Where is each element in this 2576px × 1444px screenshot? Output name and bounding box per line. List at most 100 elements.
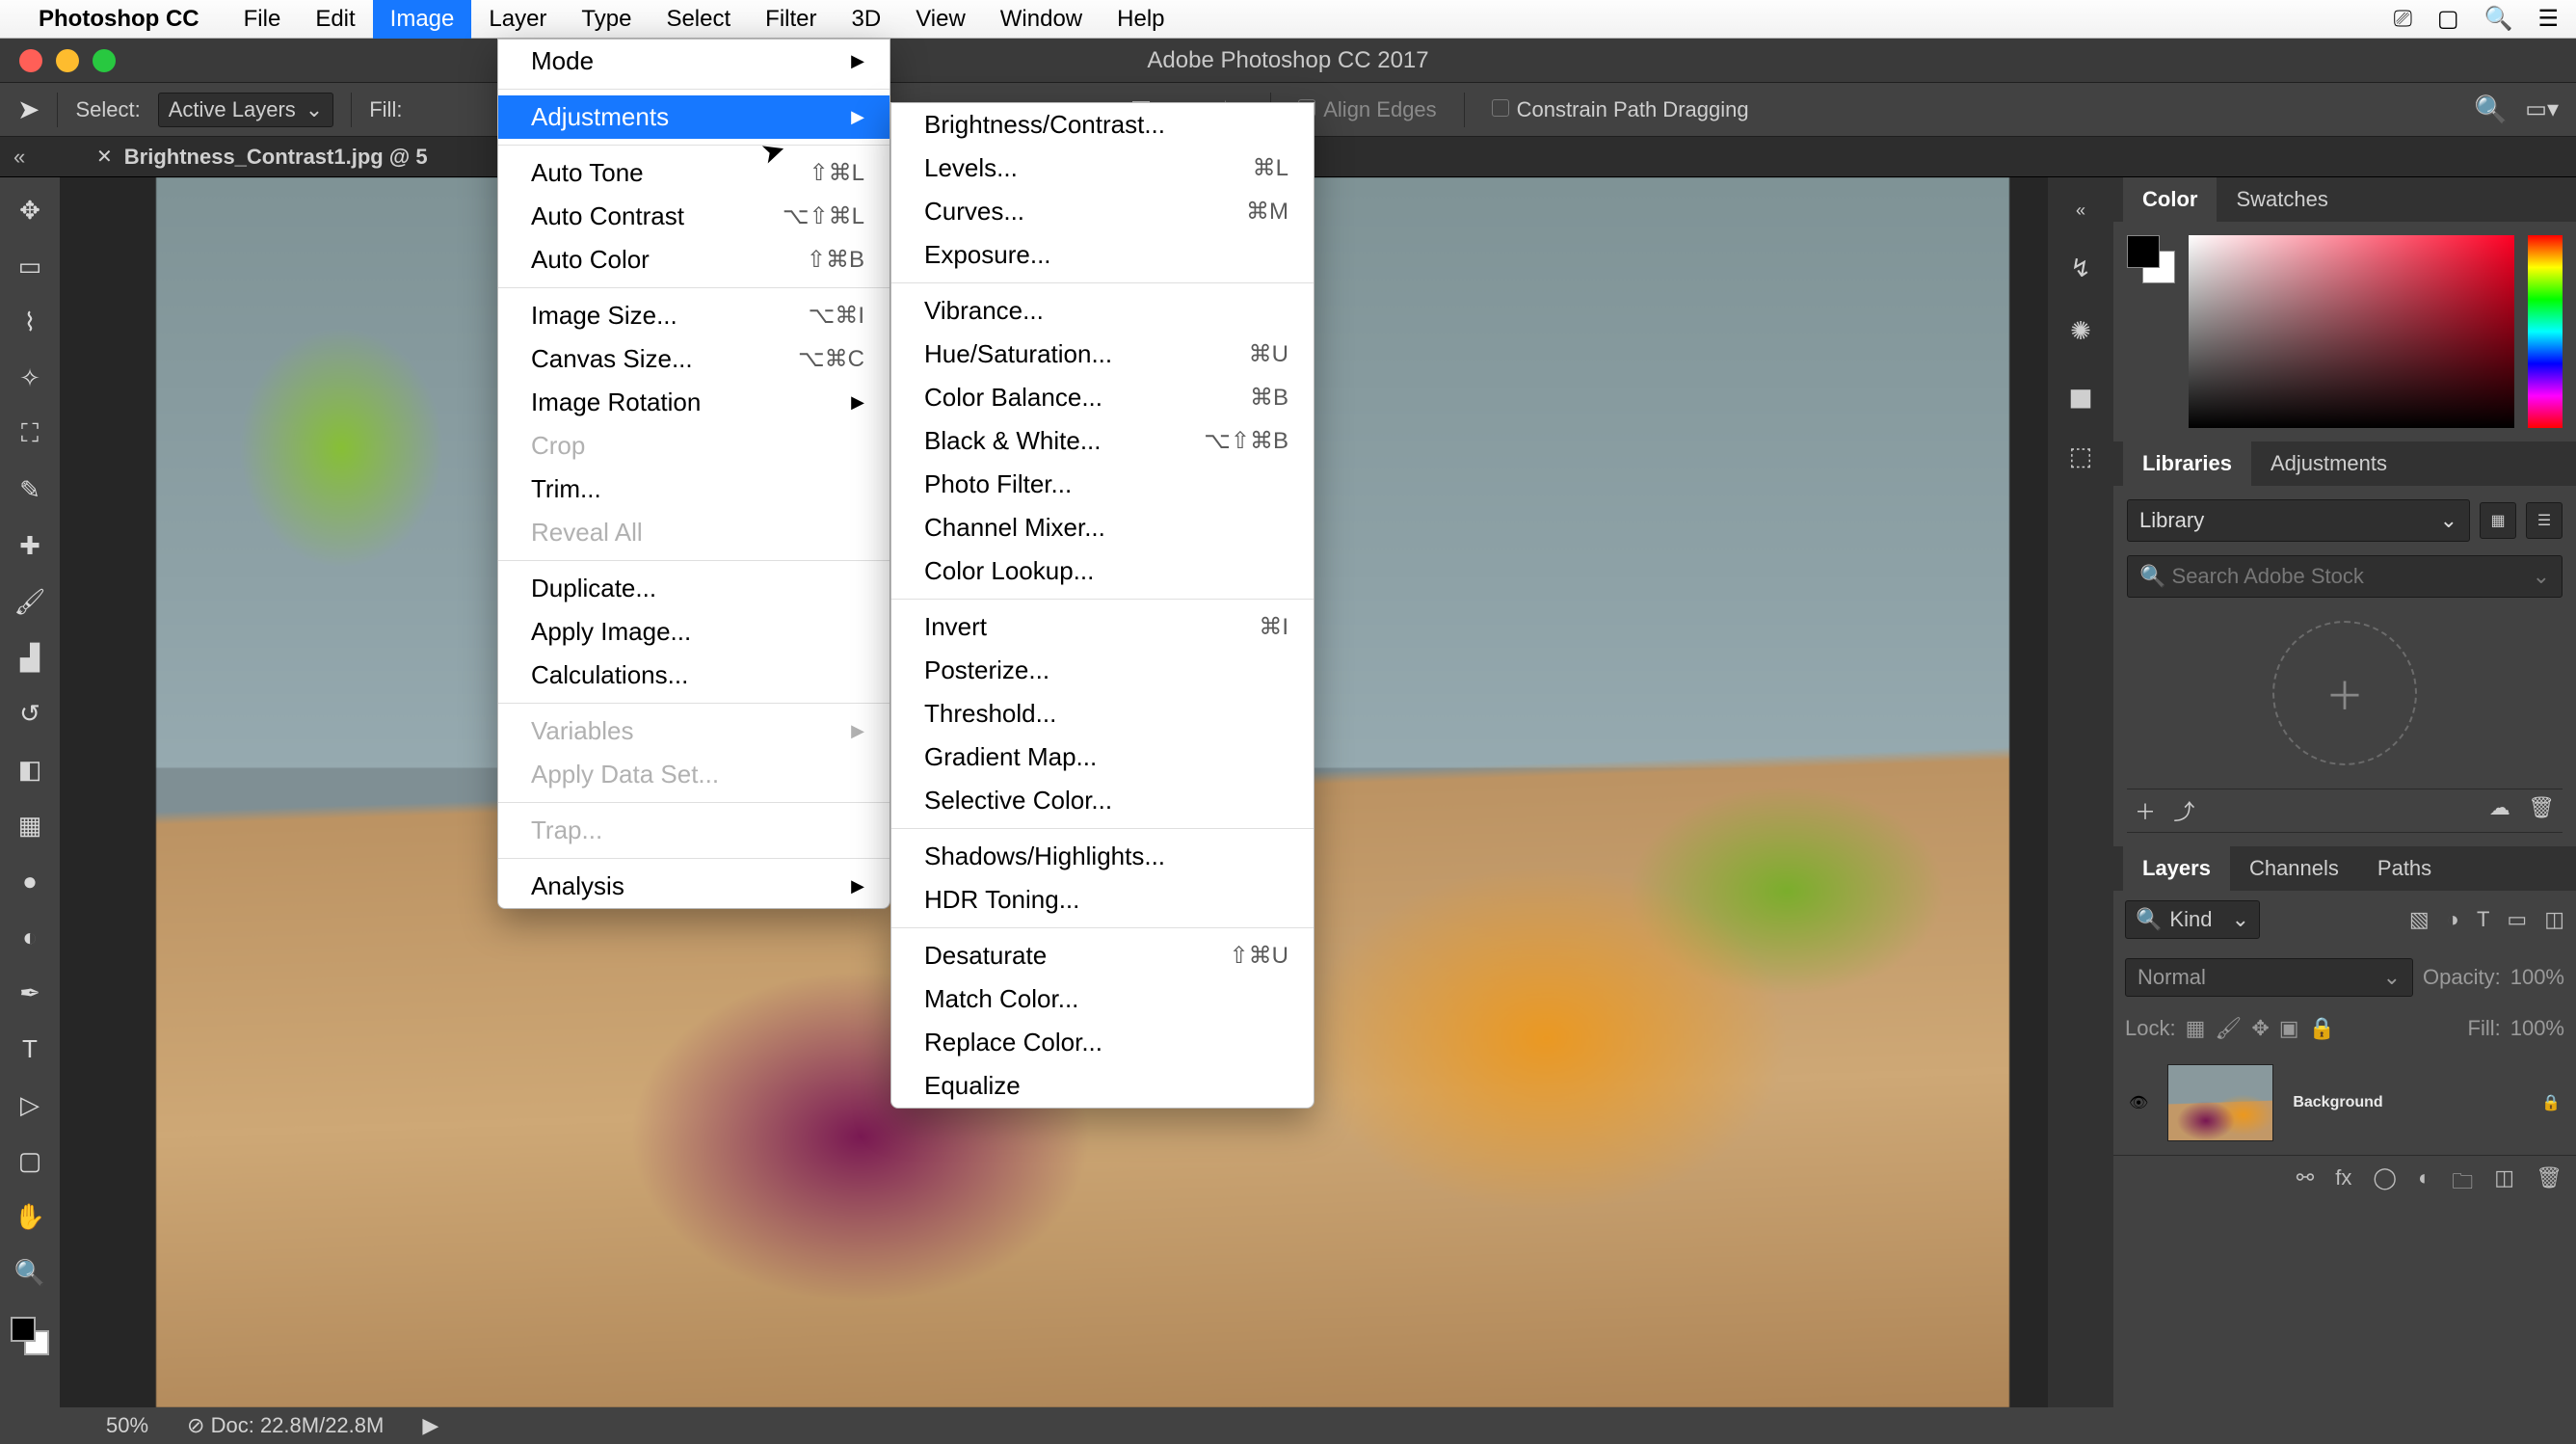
layer-name[interactable]: Background [2293,1094,2382,1111]
adjustments-item-levels[interactable]: Levels...⌘L [891,147,1314,190]
trash-button[interactable]: 🗑 [2528,795,2555,819]
color-field[interactable] [2189,235,2514,428]
adjustments-tab[interactable]: Adjustments [2251,441,2406,486]
image-menu-item-mode[interactable]: Mode▶ [498,40,890,83]
doc-size[interactable]: ⊘ Doc: 22.8M/22.8M [187,1413,384,1438]
image-menu-item-image-rotation[interactable]: Image Rotation▶ [498,381,890,424]
control-center-icon[interactable]: ☰ [2537,5,2559,33]
close-tab-button[interactable]: ✕ [96,145,113,169]
document-tab[interactable]: Brightness_Contrast1.jpg @ 5 [124,145,428,170]
blend-mode-select[interactable]: Normal⌄ [2125,958,2413,997]
adjustments-item-exposure[interactable]: Exposure... [891,233,1314,277]
hand-tool[interactable]: ✋ [7,1193,53,1240]
menu-file[interactable]: File [226,0,299,39]
search-icon[interactable]: 🔍 [2474,94,2508,125]
channels-tab[interactable]: Channels [2230,846,2358,891]
list-view-button[interactable]: ☰ [2526,502,2563,539]
image-menu-item-trim[interactable]: Trim... [498,468,890,511]
healing-brush-tool[interactable]: ✚ [7,522,53,569]
window-close-button[interactable] [19,49,42,72]
lock-all-icon[interactable]: 🔒 [2309,1016,2335,1041]
screen-icon[interactable]: ⎚ [2394,6,2412,33]
libraries-tab[interactable]: Libraries [2123,441,2251,486]
window-zoom-button[interactable] [93,49,116,72]
adjustments-item-posterize[interactable]: Posterize... [891,649,1314,692]
image-menu-item-adjustments[interactable]: Adjustments▶ [498,95,890,139]
menu-window[interactable]: Window [983,0,1100,39]
display-icon[interactable]: ▢ [2437,5,2459,33]
adjustments-item-equalize[interactable]: Equalize [891,1064,1314,1108]
image-menu-item-auto-contrast[interactable]: Auto Contrast⌥⇧⌘L [498,195,890,238]
lasso-tool[interactable]: ⌇ [7,299,53,345]
fill-value[interactable]: 100% [2510,1016,2564,1041]
add-asset-button[interactable]: ＋ [2135,800,2156,824]
layers-tab[interactable]: Layers [2123,846,2230,891]
adjustments-item-selective-color[interactable]: Selective Color... [891,779,1314,822]
group-button[interactable]: 🗀 [2452,1165,2473,1202]
menu-3d[interactable]: 3D [835,0,899,39]
adjustments-item-channel-mixer[interactable]: Channel Mixer... [891,506,1314,549]
mask-button[interactable]: ◯ [2373,1165,2397,1202]
fx-button[interactable]: fx [2335,1165,2351,1202]
eyedropper-tool[interactable]: ✎ [7,467,53,513]
layer-row-background[interactable]: 👁 Background 🔒 [2113,1051,2576,1155]
filter-type-icon[interactable]: T [2477,907,2489,932]
menu-image[interactable]: Image [373,0,472,39]
filter-shape-icon[interactable]: ▭ [2507,907,2527,932]
magic-wand-tool[interactable]: ✧ [7,355,53,401]
filter-pixel-icon[interactable]: ▧ [2409,907,2430,932]
adjustments-item-color-balance[interactable]: Color Balance...⌘B [891,376,1314,419]
dodge-tool[interactable]: ◐ [7,914,53,960]
image-menu-item-analysis[interactable]: Analysis▶ [498,865,890,908]
delete-layer-button[interactable]: 🗑 [2536,1165,2563,1202]
select-layers-dropdown[interactable]: Active Layers⌄ [158,93,334,127]
visibility-icon[interactable]: 👁 [2129,1093,2148,1112]
filter-adjust-icon[interactable]: ◑ [2447,907,2459,932]
properties-panel-icon[interactable]: ✺ [2070,316,2091,346]
path-select-tool[interactable]: ▷ [7,1082,53,1128]
new-layer-button[interactable]: ◫ [2494,1165,2514,1202]
filter-smart-icon[interactable]: ◫ [2544,907,2564,932]
clone-stamp-tool[interactable]: ▟ [7,634,53,681]
paths-tab[interactable]: Paths [2358,846,2451,891]
image-menu-item-auto-tone[interactable]: Auto Tone⇧⌘L [498,151,890,195]
adjustments-item-hdr-toning[interactable]: HDR Toning... [891,878,1314,922]
lock-pixels-icon[interactable]: 🖌 [2215,1016,2242,1041]
image-menu-item-calculations[interactable]: Calculations... [498,654,890,697]
image-menu-item-duplicate[interactable]: Duplicate... [498,567,890,610]
status-flyout-icon[interactable]: ▶ [422,1413,438,1438]
image-menu-item-image-size[interactable]: Image Size...⌥⌘I [498,294,890,337]
layer-filter-kind[interactable]: 🔍 Kind ⌄ [2125,900,2260,939]
type-tool[interactable]: T [7,1026,53,1072]
hue-slider[interactable] [2528,235,2563,428]
window-minimize-button[interactable] [56,49,79,72]
opacity-value[interactable]: 100% [2510,965,2564,990]
adjustments-item-invert[interactable]: Invert⌘I [891,605,1314,649]
collapse-toolbox-icon[interactable]: « [13,145,25,170]
adjustments-item-black-white[interactable]: Black & White...⌥⇧⌘B [891,419,1314,463]
adjustments-item-desaturate[interactable]: Desaturate⇧⌘U [891,934,1314,977]
adjustments-item-match-color[interactable]: Match Color... [891,977,1314,1021]
pen-tool[interactable]: ✒ [7,970,53,1016]
align-edges-checkbox[interactable]: Align Edges [1298,97,1436,122]
foreground-background-colors[interactable] [11,1317,49,1355]
library-select[interactable]: Library⌄ [2127,499,2470,542]
menu-layer[interactable]: Layer [471,0,564,39]
cloud-icon[interactable]: ☁ [2489,795,2510,819]
menu-view[interactable]: View [898,0,983,39]
lock-artboard-icon[interactable]: ▣ [2279,1016,2299,1041]
library-search-input[interactable]: 🔍 Search Adobe Stock ⌄ [2127,555,2563,598]
adjustments-item-vibrance[interactable]: Vibrance... [891,289,1314,333]
library-drop-zone[interactable]: ＋ [2127,598,2563,789]
menu-help[interactable]: Help [1100,0,1182,39]
app-name[interactable]: Photoshop CC [39,6,199,33]
fg-bg-swatches[interactable] [2127,235,2175,283]
link-layers-button[interactable]: ⚯ [2297,1165,2314,1202]
adjustments-item-hue-saturation[interactable]: Hue/Saturation...⌘U [891,333,1314,376]
history-panel-icon[interactable]: ↯ [2070,254,2091,283]
upload-button[interactable]: ⤴ [2173,800,2194,824]
menu-select[interactable]: Select [649,0,748,39]
image-menu-item-apply-image[interactable]: Apply Image... [498,610,890,654]
swatches-tab[interactable]: Swatches [2217,177,2347,222]
menu-edit[interactable]: Edit [298,0,372,39]
